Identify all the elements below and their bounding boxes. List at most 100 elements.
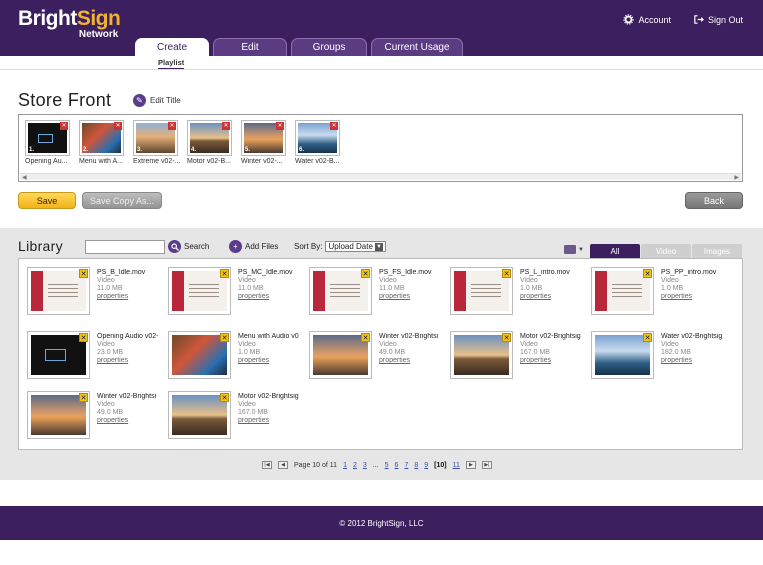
delete-icon[interactable]: ✕: [361, 333, 370, 342]
playlist-item[interactable]: ✕ 2. Menu with A...: [79, 120, 124, 165]
add-files-button[interactable]: + Add Files: [229, 240, 278, 253]
sort-by-select[interactable]: Upload Date ▼: [325, 241, 386, 252]
account-link[interactable]: Account: [623, 14, 671, 25]
file-size: 1.0 MB: [238, 349, 261, 356]
file-size: 1.0 MB: [661, 285, 684, 292]
library-file[interactable]: ✕ PS_FS_Idle.mov Video 11.0 MB properties: [309, 267, 449, 325]
properties-link[interactable]: properties: [97, 357, 169, 365]
sort-by-value: Upload Date: [328, 242, 373, 251]
properties-link[interactable]: properties: [520, 293, 592, 301]
remove-icon[interactable]: ✕: [168, 122, 176, 130]
current-page: [10]: [434, 461, 447, 469]
delete-icon[interactable]: ✕: [643, 333, 652, 342]
file-type: Video: [379, 341, 397, 348]
sign-out-link[interactable]: Sign Out: [693, 14, 743, 25]
properties-link[interactable]: properties: [238, 293, 310, 301]
library-file[interactable]: ✕ Menu with Audio v0 Video 1.0 MB propertie…: [168, 331, 308, 389]
page-link[interactable]: 5: [385, 462, 389, 469]
item-number: 4.: [191, 147, 197, 153]
properties-link[interactable]: properties: [238, 357, 310, 365]
remove-icon[interactable]: ✕: [276, 122, 284, 130]
brightsign-logo[interactable]: BrightSign Network: [18, 8, 121, 41]
sub-navigation: Playlist: [0, 56, 763, 70]
playlist-scrollbar[interactable]: ◀ ▶: [20, 173, 741, 181]
delete-icon[interactable]: ✕: [220, 393, 229, 402]
save-button[interactable]: Save: [18, 192, 76, 209]
back-button[interactable]: Back: [685, 192, 743, 209]
library-file[interactable]: ✕ PS_L_intro.mov Video 1.0 MB properties: [450, 267, 590, 325]
properties-link[interactable]: properties: [379, 293, 451, 301]
playlist-strip[interactable]: ✕ 1. Opening Au... ✕ 2. Menu with A... ✕ 3.…: [18, 114, 743, 182]
chevron-down-icon: ▼: [374, 242, 383, 251]
subnav-playlist[interactable]: Playlist: [158, 58, 185, 69]
library-file[interactable]: ✕ PS_B_Idle.mov Video 11.0 MB properties: [27, 267, 167, 325]
scroll-left-icon[interactable]: ◀: [22, 174, 27, 181]
scroll-right-icon[interactable]: ▶: [734, 174, 739, 181]
last-page-icon[interactable]: ▶|: [481, 461, 492, 469]
properties-link[interactable]: properties: [97, 417, 169, 425]
delete-icon[interactable]: ✕: [361, 269, 370, 278]
tab-edit[interactable]: Edit: [213, 38, 287, 56]
library-file[interactable]: ✕ Winter v02-Brightsi Video 49.0 MB propert…: [309, 331, 449, 389]
tab-groups[interactable]: Groups: [291, 38, 367, 56]
page-link[interactable]: 9: [424, 462, 428, 469]
library-file[interactable]: ✕ Motor v02-Brightsig Video 167.0 MB proper…: [450, 331, 590, 389]
page-link[interactable]: 8: [414, 462, 418, 469]
tab-create[interactable]: Create: [135, 38, 209, 56]
library-file[interactable]: ✕ PS_PP_intro.mov Video 1.0 MB properties: [591, 267, 731, 325]
playlist-item[interactable]: ✕ 1. Opening Au...: [25, 120, 70, 165]
library-search-input[interactable]: [85, 240, 165, 254]
filter-tab-video[interactable]: Video: [641, 244, 691, 258]
delete-icon[interactable]: ✕: [220, 333, 229, 342]
filter-tab-images[interactable]: Images: [692, 244, 742, 258]
remove-icon[interactable]: ✕: [114, 122, 122, 130]
logo-sub-text: Network: [78, 29, 119, 40]
page-link[interactable]: 11: [453, 462, 460, 469]
library-file[interactable]: ✕ PS_MC_Idle.mov Video 11.0 MB properties: [168, 267, 308, 325]
properties-link[interactable]: properties: [238, 417, 310, 425]
edit-title-button[interactable]: ✎ Edit Title: [133, 94, 181, 107]
library-file[interactable]: ✕ Motor v02-Brightsig Video 167.0 MB proper…: [168, 391, 308, 449]
properties-link[interactable]: properties: [661, 357, 733, 365]
remove-icon[interactable]: ✕: [60, 122, 68, 130]
page-link[interactable]: 7: [404, 462, 408, 469]
remove-icon[interactable]: ✕: [222, 122, 230, 130]
thumbnail: [172, 395, 227, 435]
remove-icon[interactable]: ✕: [330, 122, 338, 130]
playlist-item[interactable]: ✕ 5. Winter v02-...: [241, 120, 286, 165]
search-icon: [168, 240, 181, 253]
tab-current-usage[interactable]: Current Usage: [371, 38, 463, 56]
properties-link[interactable]: properties: [97, 293, 169, 301]
library-file[interactable]: ✕ Opening Audio v02- Video 23.0 MB properti…: [27, 331, 167, 389]
search-button[interactable]: Search: [168, 240, 209, 253]
next-page-icon[interactable]: ▶: [465, 461, 476, 469]
playlist-item[interactable]: ✕ 3. Extreme v02-...: [133, 120, 180, 165]
properties-link[interactable]: properties: [379, 357, 451, 365]
delete-icon[interactable]: ✕: [643, 269, 652, 278]
delete-icon[interactable]: ✕: [220, 269, 229, 278]
delete-icon[interactable]: ✕: [79, 393, 88, 402]
prev-page-icon[interactable]: ◀: [278, 461, 288, 469]
page-link[interactable]: 2: [353, 462, 357, 469]
delete-icon[interactable]: ✕: [502, 269, 511, 278]
playlist-item[interactable]: ✕ 4. Motor v02-B...: [187, 120, 232, 165]
filter-tab-all[interactable]: All: [590, 244, 640, 258]
view-mode-toggle[interactable]: ▼: [564, 245, 584, 254]
add-files-label: Add Files: [245, 242, 279, 251]
sign-out-icon: [694, 15, 704, 24]
delete-icon[interactable]: ✕: [79, 269, 88, 278]
page-link[interactable]: 3: [363, 462, 367, 469]
page-link[interactable]: 6: [395, 462, 399, 469]
library-file[interactable]: ✕ Water v02-Brightsig Video 182.0 MB proper…: [591, 331, 731, 389]
delete-icon[interactable]: ✕: [79, 333, 88, 342]
properties-link[interactable]: properties: [661, 293, 733, 301]
save-copy-as-button[interactable]: Save Copy As...: [82, 192, 162, 209]
delete-icon[interactable]: ✕: [502, 333, 511, 342]
first-page-icon[interactable]: |◀: [262, 461, 272, 469]
library-file[interactable]: ✕ Winter v02-Brightsi Video 49.0 MB propert…: [27, 391, 167, 449]
page-link[interactable]: 1: [343, 462, 347, 469]
plus-icon: +: [229, 240, 242, 253]
playlist-item[interactable]: ✕ 6. Water v02-B...: [295, 120, 340, 165]
properties-link[interactable]: properties: [520, 357, 592, 365]
footer-bar: © 2012 BrightSign, LLC: [0, 506, 763, 540]
